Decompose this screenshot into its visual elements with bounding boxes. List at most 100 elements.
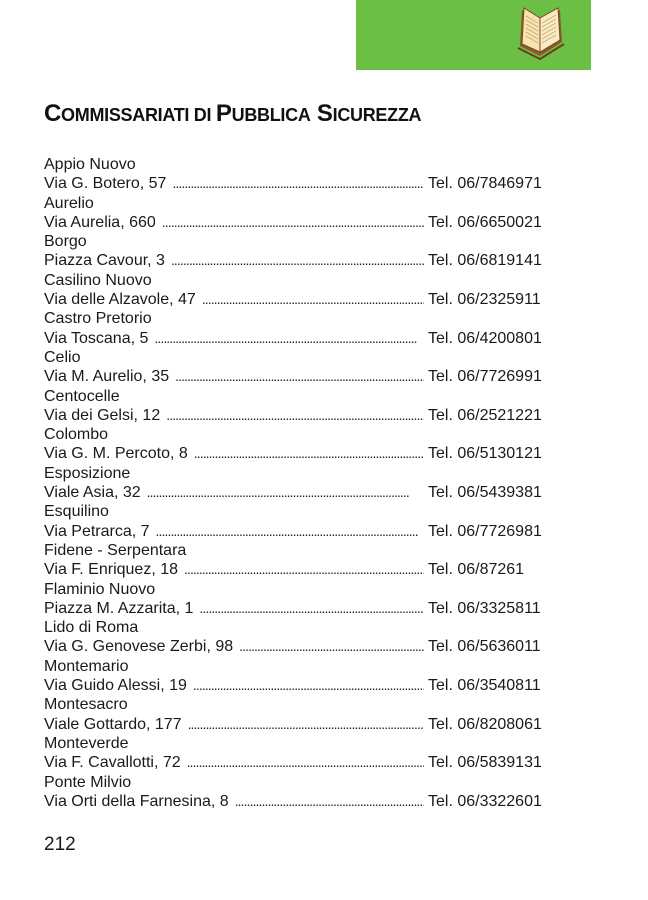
street-address: Via Petrarca, 7 — [44, 522, 150, 540]
dot-leader — [171, 251, 424, 270]
street-address: Via Guido Alessi, 19 — [44, 677, 187, 695]
district-name: Montesacro — [44, 696, 128, 714]
address-line: Piazza Cavour, 3 Tel. 06/6819141 — [44, 251, 556, 270]
district-name: Aurelio — [44, 194, 94, 212]
address-line: Via F. Cavallotti, 72 Tel. 06/5839131 — [44, 753, 556, 772]
list-item: Casilino Nuovo Via delle Alzavole, 47 Tel.… — [44, 271, 556, 310]
address-line: Via delle Alzavole, 47 Tel. 06/2325911 — [44, 290, 556, 309]
district-name: Esquilino — [44, 503, 109, 521]
phone-number: Tel. 06/6650021 — [428, 213, 542, 231]
phone-number: Tel. 06/5439381 — [428, 484, 542, 502]
district-name: Ponte Milvio — [44, 773, 132, 791]
list-item: Castro PretorioVia Toscana, 5 Tel. 06/420… — [44, 309, 556, 348]
dot-leader — [202, 290, 424, 309]
address-line: Via Guido Alessi, 19 Tel. 06/3540811 — [44, 676, 556, 695]
district-name: Montemario — [44, 657, 129, 675]
district-name: Esposizione — [44, 464, 131, 482]
address-line: Via Orti della Farnesina, 8 Tel. 06/33226… — [44, 792, 556, 811]
list-item: Esposizione Viale Asia, 32 Tel. 06/5439381 — [44, 464, 556, 503]
address-line: Via M. Aurelio, 35 Tel. 06/7726991 — [44, 367, 556, 386]
list-item: CentocelleVia dei Gelsi, 12 Tel. 06/25212… — [44, 387, 556, 426]
address-line: Via Petrarca, 7 Tel. 06/7726981 — [44, 522, 556, 541]
phone-number: Tel. 06/4200801 — [428, 329, 542, 347]
dot-leader — [188, 715, 424, 734]
list-item: Montemario Via Guido Alessi, 19 Tel. 06/35… — [44, 657, 556, 696]
street-address: Via dei Gelsi, 12 — [44, 406, 161, 424]
street-address: Piazza Cavour, 3 — [44, 252, 165, 270]
dot-leader — [239, 637, 424, 656]
district-name: Celio — [44, 348, 81, 366]
phone-number: Tel. 06/7726981 — [428, 522, 542, 540]
list-item: Flaminio NuovoPiazza M. Azzarita, 1 Tel. … — [44, 580, 556, 619]
dot-leader — [175, 367, 424, 386]
dot-leader — [235, 792, 424, 811]
phone-number: Tel. 06/5839131 — [428, 754, 542, 772]
street-address: Via delle Alzavole, 47 — [44, 291, 196, 309]
district-name: Flaminio Nuovo — [44, 580, 156, 598]
district-name: Castro Pretorio — [44, 310, 152, 328]
district-name: Casilino Nuovo — [44, 271, 152, 289]
district-name: Colombo — [44, 426, 109, 444]
list-item: Fidene - Serpentara Via F. Enriquez, 18 Te… — [44, 541, 556, 580]
dot-leader — [172, 174, 424, 193]
district-name: Lido di Roma — [44, 619, 139, 637]
street-address: Viale Gottardo, 177 — [44, 715, 182, 733]
address-line: Viale Gottardo, 177 Tel. 06/8208061 — [44, 715, 556, 734]
phone-number: Tel. 06/7726991 — [428, 368, 542, 386]
list-item: Lido di RomaVia G. Genovese Zerbi, 98 Tel… — [44, 618, 556, 657]
address-line: Via F. Enriquez, 18 Tel. 06/87261 — [44, 560, 556, 579]
phone-number: Tel. 06/5130121 — [428, 445, 542, 463]
dot-leader — [162, 213, 424, 232]
open-book-icon — [517, 7, 565, 61]
street-address: Via F. Enriquez, 18 — [44, 561, 179, 579]
district-name: Fidene - Serpentara — [44, 541, 187, 559]
page-number: 212 — [44, 834, 76, 855]
list-item: Appio Nuovo Via G. Botero, 57 Tel. 06/7846… — [44, 155, 556, 194]
dot-leader — [187, 753, 424, 772]
phone-number: Tel. 06/3322601 — [428, 792, 542, 810]
phone-number: Tel. 06/87261 — [428, 561, 525, 579]
district-name: Appio Nuovo — [44, 156, 136, 173]
address-line: Via G. Botero, 57 Tel. 06/7846971 — [44, 174, 556, 193]
street-address: Via M. Aurelio, 35 — [44, 368, 170, 386]
dot-leader — [147, 483, 424, 502]
list-item: Monteverde Via F. Cavallotti, 72 Tel. 06/5… — [44, 734, 556, 773]
phone-number: Tel. 06/7846971 — [428, 175, 542, 193]
phone-number: Tel. 06/3325811 — [428, 599, 541, 617]
list-item: EsquilinoVia Petrarca, 7 Tel. 06/7726981 — [44, 502, 556, 541]
street-address: Via F. Cavallotti, 72 — [44, 754, 181, 772]
list-item: AurelioVia Aurelia, 660 Tel. 06/6650021 — [44, 194, 556, 233]
street-address: Piazza M. Azzarita, 1 — [44, 599, 194, 617]
street-address: Viale Asia, 32 — [44, 484, 141, 502]
street-address: Via G. M. Percoto, 8 — [44, 445, 188, 463]
phone-number: Tel. 06/3540811 — [428, 677, 541, 695]
address-line: Via dei Gelsi, 12 Tel. 06/2521221 — [44, 406, 556, 425]
address-line: Via Toscana, 5 Tel. 06/4200801 — [44, 329, 556, 348]
dot-leader — [194, 444, 424, 463]
dot-leader — [166, 406, 424, 425]
phone-number: Tel. 06/5636011 — [428, 638, 541, 656]
list-item: Ponte MilvioVia Orti della Farnesina, 8 T… — [44, 773, 556, 812]
dot-leader — [184, 560, 424, 579]
district-name: Monteverde — [44, 734, 129, 752]
street-address: Via G. Genovese Zerbi, 98 — [44, 638, 234, 656]
street-address: Via Toscana, 5 — [44, 329, 149, 347]
dot-leader — [154, 329, 424, 348]
address-line: Via G. M. Percoto, 8 Tel. 06/5130121 — [44, 444, 556, 463]
address-line: Via Aurelia, 660 Tel. 06/6650021 — [44, 213, 556, 232]
street-address: Via Aurelia, 660 — [44, 213, 156, 231]
page-title: COMMISSARIATI DI PUBBLICA SICUREZZA — [44, 100, 422, 127]
dot-leader — [193, 676, 424, 695]
address-line: Piazza M. Azzarita, 1 Tel. 06/3325811 — [44, 599, 556, 618]
list-item: MontesacroViale Gottardo, 177 Tel. 06/820… — [44, 695, 556, 734]
street-address: Via Orti della Farnesina, 8 — [44, 792, 229, 810]
list-item: BorgoPiazza Cavour, 3 Tel. 06/6819141 — [44, 232, 556, 271]
list-item: ColomboVia G. M. Percoto, 8 Tel. 06/51301… — [44, 425, 556, 464]
address-line: Viale Asia, 32 Tel. 06/5439381 — [44, 483, 556, 502]
district-name: Borgo — [44, 233, 87, 251]
address-line: Via G. Genovese Zerbi, 98 Tel. 06/5636011 — [44, 637, 556, 656]
phone-number: Tel. 06/2325911 — [428, 291, 541, 309]
dot-leader — [156, 522, 424, 541]
phone-number: Tel. 06/2521221 — [428, 406, 542, 424]
district-name: Centocelle — [44, 387, 120, 405]
